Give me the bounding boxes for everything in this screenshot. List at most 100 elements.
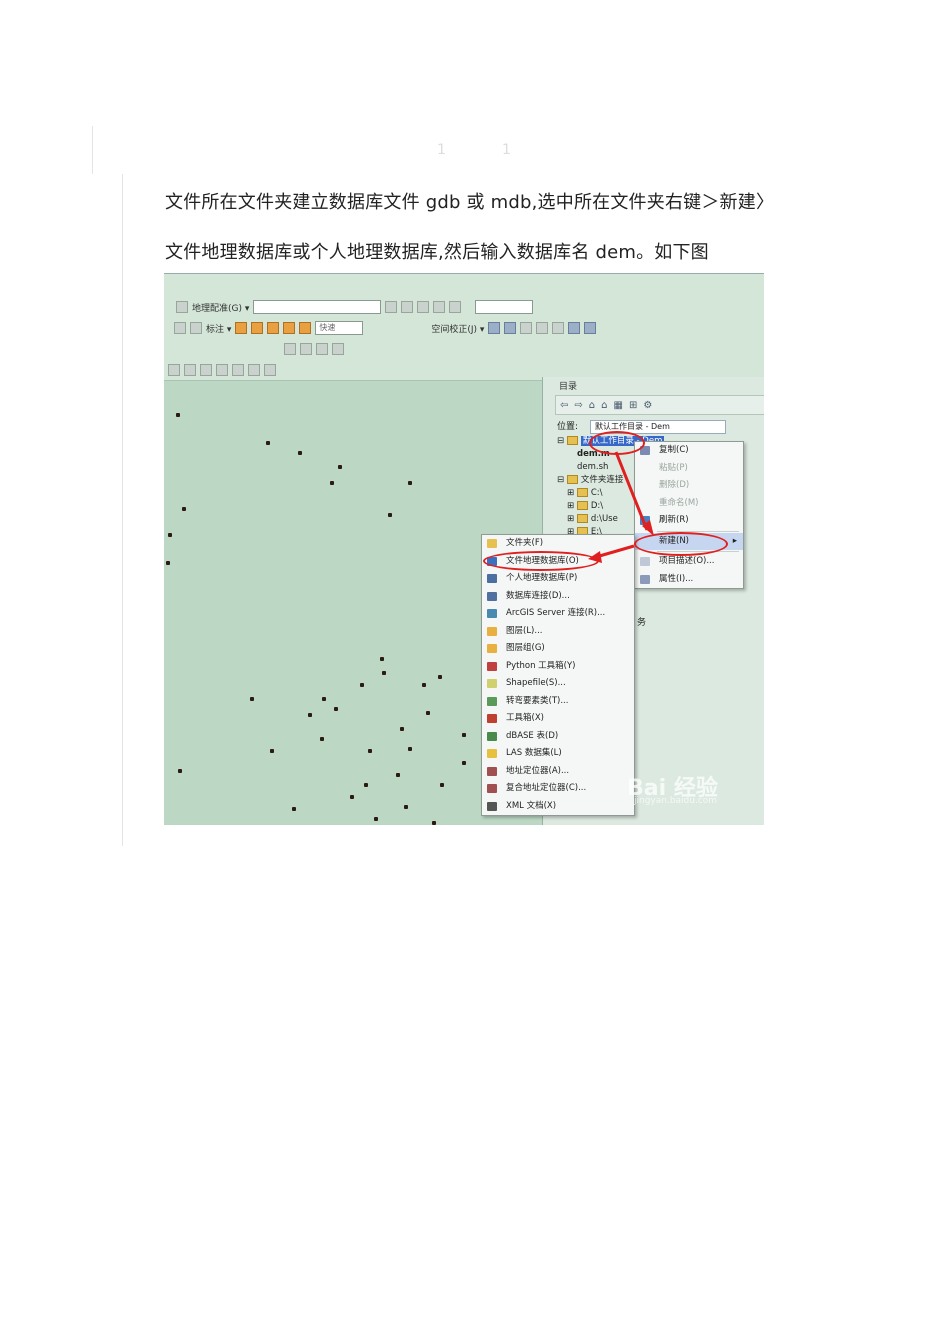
spatial-adjust-menu[interactable]: 空间校正(J) ▾ (431, 322, 484, 335)
submenu-item-python-toolbox[interactable]: Python 工具箱(Y) (482, 658, 634, 676)
submenu-item-address-locator[interactable]: 地址定位器(A)... (482, 763, 634, 781)
toolbar-icon[interactable] (316, 343, 328, 355)
submenu-item-xml-document[interactable]: XML 文档(X) (482, 798, 634, 816)
catalog-toolbar: ⇦ ⇨ ⌂ ⌂ ▦ ⊞ ⚙ (555, 395, 764, 415)
toolbar-icon[interactable] (184, 364, 196, 376)
view-icon[interactable]: ▦ (614, 400, 623, 411)
map-point (400, 727, 404, 731)
toolbar-icon[interactable] (216, 364, 228, 376)
toolbar-icon[interactable] (433, 301, 446, 313)
submenu-item-dbase-table[interactable]: dBASE 表(D) (482, 728, 634, 746)
toolbar-icon[interactable] (536, 322, 549, 334)
toolbar-icon[interactable] (200, 364, 212, 376)
highlight-ring (589, 431, 645, 455)
submenu-item-turn-feature-class[interactable]: 转弯要素类(T)... (482, 693, 634, 711)
up-folder-icon[interactable]: ⌂ (589, 400, 595, 411)
catalog-location: 位置: 默认工作目录 - Dem (557, 419, 727, 434)
menu-item-properties[interactable]: 属性(I)... (635, 571, 743, 589)
georef-combo[interactable] (253, 300, 382, 314)
submenu-item-db-connection[interactable]: 数据库连接(D)... (482, 588, 634, 606)
map-point (298, 451, 302, 455)
submenu-arrow-icon: ▸ (732, 535, 737, 546)
arcgis-screenshot: 地理配准(G) ▾ 标注 ▾ 快速 空间校正(J) ▾ 目录 ⇦ ⇨ ⌂ ⌂ ▦… (164, 273, 764, 825)
toolbar-row-3 (284, 339, 344, 359)
menu-item-refresh[interactable]: 刷新(R) (635, 512, 743, 530)
label-menu[interactable]: 标注 ▾ (206, 322, 231, 335)
layer-group-icon (487, 644, 497, 653)
map-point (334, 707, 338, 711)
label-icon[interactable] (299, 322, 312, 334)
toolbar-icon[interactable] (449, 301, 462, 313)
label-icon[interactable] (267, 322, 280, 334)
map-point (182, 507, 186, 511)
folder-icon (576, 488, 588, 497)
submenu-item-arcgis-server[interactable]: ArcGIS Server 连接(R)... (482, 605, 634, 623)
toolbar-icon[interactable] (504, 322, 517, 334)
toolbar-icon[interactable] (176, 301, 188, 313)
map-point (168, 533, 172, 537)
context-menu: 复制(C) 粘贴(P) 删除(D) 重命名(M) 刷新(R) 新建(N) ▸ 项目… (634, 441, 744, 589)
toolbar-icon[interactable] (174, 322, 186, 334)
toolbar-icon[interactable] (552, 322, 565, 334)
toolbar-input[interactable] (475, 300, 534, 314)
map-point (426, 711, 430, 715)
toolbar-icon[interactable] (417, 301, 430, 313)
map-point (388, 513, 392, 517)
toolbar-area: 地理配准(G) ▾ 标注 ▾ 快速 空间校正(J) ▾ (164, 274, 764, 381)
folder-icon (566, 436, 578, 445)
toolbar-icon[interactable] (401, 301, 414, 313)
faint-mark: 1 (437, 142, 446, 158)
label-icon[interactable] (235, 322, 248, 334)
toolbar-icon[interactable] (284, 343, 296, 355)
toolbar-icon[interactable] (232, 364, 244, 376)
toolbar-icon[interactable] (568, 322, 581, 334)
las-dataset-icon (487, 749, 497, 758)
arcgis-server-icon (487, 609, 497, 618)
map-point (404, 805, 408, 809)
map-point (408, 747, 412, 751)
python-toolbox-icon (487, 661, 497, 671)
options-icon[interactable]: ⚙ (643, 400, 652, 411)
toolbar-icon[interactable] (520, 322, 533, 334)
layer-icon (487, 626, 497, 636)
personal-gdb-icon (487, 574, 497, 583)
toolbar-icon[interactable] (385, 301, 398, 313)
submenu-item-folder[interactable]: 文件夹(F) (482, 535, 634, 553)
toolbar-icon[interactable] (190, 322, 202, 334)
submenu-item-toolbox[interactable]: 工具箱(X) (482, 710, 634, 728)
map-point (382, 671, 386, 675)
paragraph-2: 文件地理数据库或个人地理数据库,然后输入数据库名 dem。如下图 (165, 242, 709, 263)
toolbar-icon[interactable] (332, 343, 344, 355)
composite-locator-icon (487, 784, 497, 793)
submenu-item-composite-locator[interactable]: 复合地址定位器(C)... (482, 780, 634, 798)
menu-item-paste[interactable]: 粘贴(P) (635, 460, 743, 478)
submenu-item-las-dataset[interactable]: LAS 数据集(L) (482, 745, 634, 763)
toolbar-icon[interactable] (248, 364, 260, 376)
submenu-item-shapefile[interactable]: Shapefile(S)... (482, 675, 634, 693)
toolbar-icon[interactable] (488, 322, 501, 334)
turn-feature-class-icon (487, 696, 497, 706)
shapefile-icon (487, 679, 497, 688)
toolbar-icon[interactable] (584, 322, 597, 334)
map-point (438, 675, 442, 679)
connect-icon[interactable]: ⊞ (629, 400, 637, 411)
menu-item-delete[interactable]: 删除(D) (635, 477, 743, 495)
georef-menu[interactable]: 地理配准(G) ▾ (192, 301, 249, 314)
submenu-item-personal-gdb[interactable]: 个人地理数据库(P) (482, 570, 634, 588)
toolbar-row-1: 地理配准(G) ▾ (176, 297, 534, 317)
toolbar-icon[interactable] (300, 343, 312, 355)
home-icon[interactable]: ⌂ (601, 400, 607, 411)
toolbar-icon[interactable] (264, 364, 276, 376)
menu-item-copy[interactable]: 复制(C) (635, 442, 743, 460)
forward-arrow-icon[interactable]: ⇨ (574, 400, 582, 411)
label-icon[interactable] (283, 322, 296, 334)
submenu-item-layer-group[interactable]: 图层组(G) (482, 640, 634, 658)
dbase-table-icon (487, 731, 497, 741)
back-arrow-icon[interactable]: ⇦ (560, 400, 568, 411)
speed-combo[interactable]: 快速 (315, 321, 364, 335)
submenu-item-layer[interactable]: 图层(L)... (482, 623, 634, 641)
address-locator-icon (487, 766, 497, 776)
label-icon[interactable] (251, 322, 264, 334)
menu-item-rename[interactable]: 重命名(M) (635, 495, 743, 513)
toolbar-icon[interactable] (168, 364, 180, 376)
